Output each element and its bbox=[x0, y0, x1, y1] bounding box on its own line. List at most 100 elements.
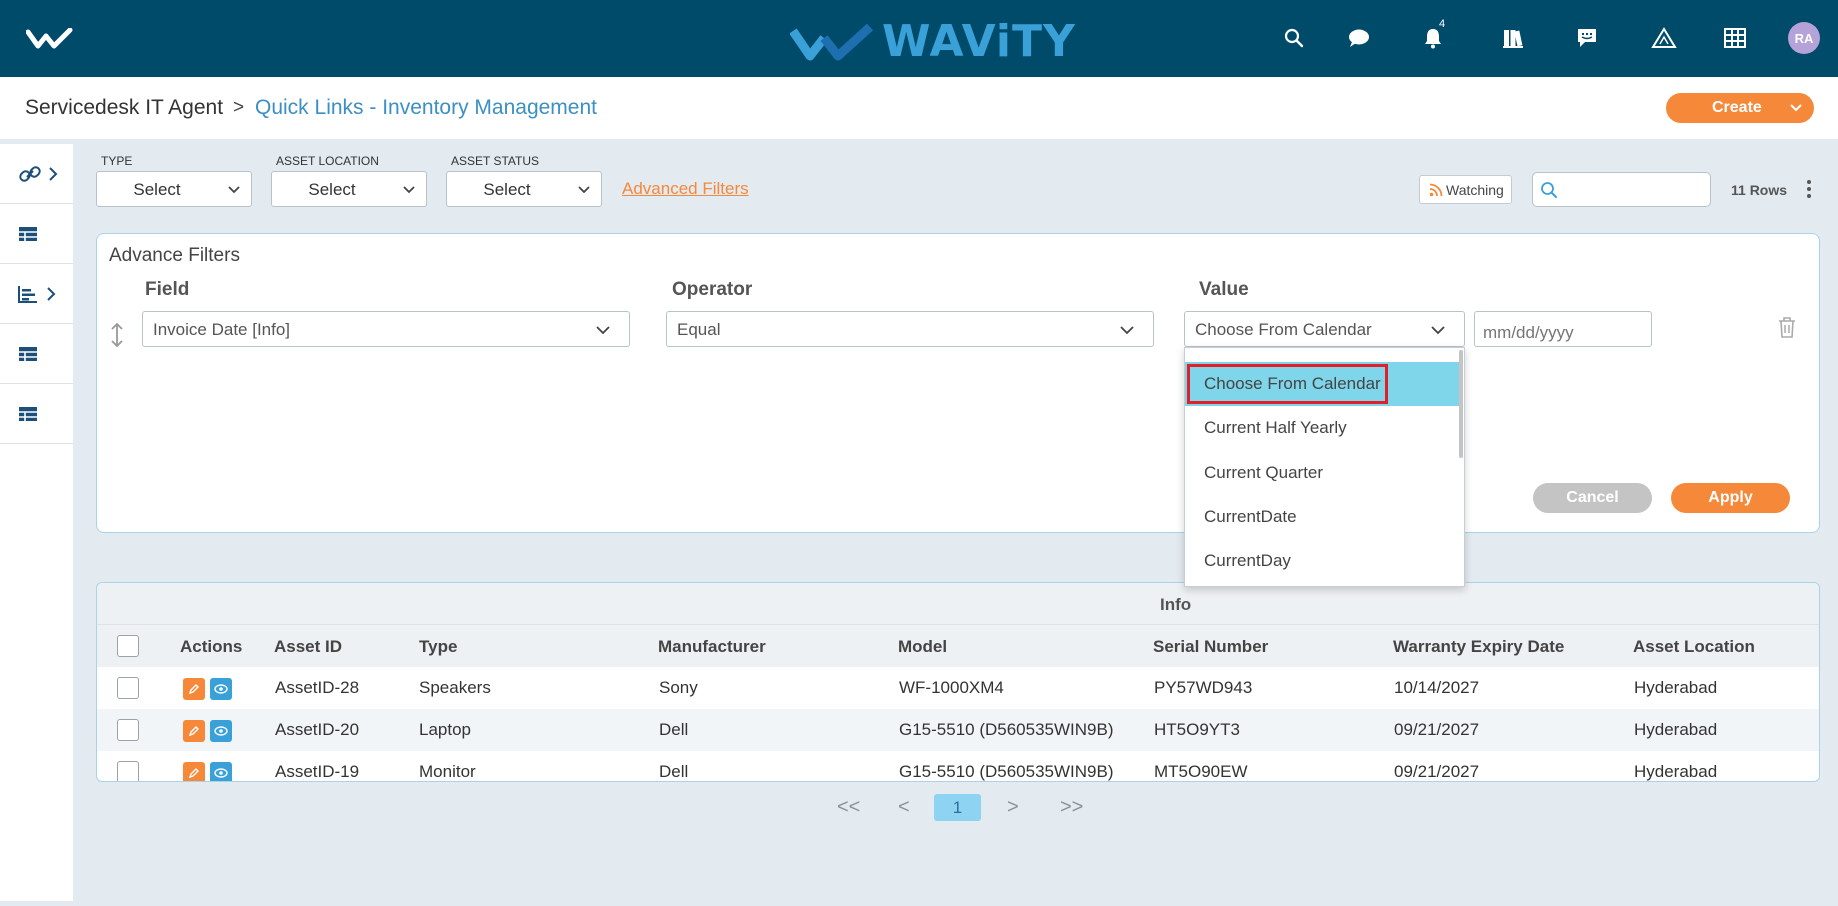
dropdown-option-current-quarter[interactable]: Current Quarter bbox=[1185, 451, 1461, 495]
value-header: Value bbox=[1199, 279, 1249, 300]
edit-icon[interactable] bbox=[183, 762, 205, 781]
search-input[interactable] bbox=[1532, 172, 1711, 207]
view-icon[interactable] bbox=[210, 762, 232, 781]
cell-warranty-expiry-date: 09/21/2027 bbox=[1394, 720, 1480, 739]
edit-icon[interactable] bbox=[183, 678, 205, 700]
assets-table: Info Actions Asset ID Type Manufacturer … bbox=[96, 582, 1820, 782]
type-filter-label: TYPE bbox=[101, 154, 133, 168]
value-select[interactable]: Choose From Calendar bbox=[1184, 311, 1465, 347]
last-page-button[interactable]: >> bbox=[1060, 796, 1083, 819]
chat-icon[interactable] bbox=[1345, 24, 1373, 52]
chevron-down-icon bbox=[578, 186, 590, 194]
cancel-button[interactable]: Cancel bbox=[1533, 483, 1652, 513]
cell-asset-id: AssetID-19 bbox=[275, 762, 360, 781]
column-header-asset-location[interactable]: Asset Location bbox=[1633, 637, 1755, 657]
dropdown-option-currentdate[interactable]: CurrentDate bbox=[1185, 495, 1461, 539]
top-navigation-bar: WAViTY 4 RA bbox=[0, 0, 1838, 77]
field-select-value: Invoice Date [Info] bbox=[153, 320, 291, 339]
type-filter-select[interactable]: Select bbox=[96, 171, 252, 207]
field-select[interactable]: Invoice Date [Info] bbox=[142, 311, 630, 347]
user-avatar[interactable]: RA bbox=[1788, 22, 1820, 54]
status-filter-select[interactable]: Select bbox=[446, 171, 602, 207]
table-icon bbox=[19, 406, 37, 421]
sidebar-item-reports[interactable] bbox=[0, 264, 73, 324]
highlight-box bbox=[1187, 364, 1388, 404]
watching-label: Watching bbox=[1446, 181, 1504, 198]
location-filter-label: ASSET LOCATION bbox=[276, 154, 379, 168]
sidebar-item-quick-links[interactable] bbox=[0, 144, 73, 204]
table-row[interactable]: AssetID-28 Speakers Sony WF-1000XM4 PY57… bbox=[97, 667, 1819, 709]
breadcrumb-current: Quick Links - Inventory Management bbox=[255, 96, 597, 119]
drag-handle-icon[interactable] bbox=[110, 322, 124, 351]
column-header-model[interactable]: Model bbox=[898, 637, 947, 657]
select-all-checkbox[interactable] bbox=[117, 635, 139, 657]
column-header-serial-number[interactable]: Serial Number bbox=[1153, 637, 1268, 657]
delete-filter-icon[interactable] bbox=[1777, 316, 1797, 341]
cell-type: Speakers bbox=[419, 678, 491, 697]
column-header-type[interactable]: Type bbox=[419, 637, 457, 657]
apply-button[interactable]: Apply bbox=[1671, 483, 1790, 513]
grid-icon[interactable] bbox=[1721, 24, 1749, 52]
rows-count: 11 Rows bbox=[1731, 182, 1788, 198]
message-icon[interactable] bbox=[1573, 24, 1601, 52]
chevron-down-icon bbox=[403, 186, 415, 194]
table-row[interactable]: AssetID-20 Laptop Dell G15-5510 (D560535… bbox=[97, 709, 1819, 751]
more-options-icon[interactable] bbox=[1806, 179, 1812, 202]
first-page-button[interactable]: << bbox=[837, 796, 860, 819]
current-page-button[interactable]: 1 bbox=[934, 794, 981, 821]
create-button[interactable]: Create bbox=[1666, 93, 1814, 123]
chevron-right-icon bbox=[49, 166, 58, 181]
row-checkbox[interactable] bbox=[117, 761, 139, 781]
column-header-manufacturer[interactable]: Manufacturer bbox=[658, 637, 766, 657]
cell-manufacturer: Sony bbox=[659, 678, 698, 697]
sidebar-item-table[interactable] bbox=[0, 204, 73, 264]
operator-select[interactable]: Equal bbox=[666, 311, 1154, 347]
bar-chart-icon bbox=[18, 285, 37, 303]
operator-header: Operator bbox=[672, 279, 753, 300]
search-icon[interactable] bbox=[1280, 24, 1308, 52]
sidebar-item-table-3[interactable] bbox=[0, 384, 73, 444]
chevron-down-icon bbox=[1431, 326, 1445, 335]
column-header-warranty-expiry-date[interactable]: Warranty Expiry Date bbox=[1393, 637, 1564, 657]
cell-warranty-expiry-date: 10/14/2027 bbox=[1394, 678, 1480, 697]
library-icon[interactable] bbox=[1499, 24, 1527, 52]
breadcrumb-root[interactable]: Servicedesk IT Agent bbox=[25, 96, 223, 120]
row-checkbox[interactable] bbox=[117, 719, 139, 741]
bell-icon[interactable]: 4 bbox=[1419, 18, 1447, 52]
watching-button[interactable]: Watching bbox=[1419, 175, 1512, 204]
value-select-value: Choose From Calendar bbox=[1195, 320, 1372, 339]
cell-serial-number: HT5O9YT3 bbox=[1154, 720, 1240, 739]
view-icon[interactable] bbox=[210, 720, 232, 742]
cell-manufacturer: Dell bbox=[659, 762, 689, 781]
chevron-down-icon bbox=[596, 326, 610, 335]
value-dropdown-list: Choose From Calendar Current Half Yearly… bbox=[1184, 347, 1465, 587]
sidebar-item-table-2[interactable] bbox=[0, 324, 73, 384]
dropdown-scrollbar[interactable] bbox=[1459, 350, 1463, 458]
advanced-filters-link[interactable]: Advanced Filters bbox=[622, 179, 749, 199]
dropdown-option-current-half-yearly[interactable]: Current Half Yearly bbox=[1185, 406, 1461, 450]
status-filter-label: ASSET STATUS bbox=[451, 154, 540, 168]
dropdown-option-currentday[interactable]: CurrentDay bbox=[1185, 539, 1461, 583]
table-row[interactable]: AssetID-19 Monitor Dell G15-5510 (D56053… bbox=[97, 751, 1819, 781]
row-checkbox[interactable] bbox=[117, 677, 139, 699]
alert-triangle-icon[interactable] bbox=[1650, 24, 1678, 52]
date-input[interactable] bbox=[1474, 311, 1652, 347]
dropdown-option-label: CurrentDate bbox=[1204, 507, 1297, 526]
next-page-button[interactable]: > bbox=[1007, 796, 1019, 819]
breadcrumb-separator: > bbox=[233, 97, 245, 118]
view-icon[interactable] bbox=[210, 678, 232, 700]
edit-icon[interactable] bbox=[183, 720, 205, 742]
cell-asset-id: AssetID-20 bbox=[275, 720, 360, 739]
type-filter-value: Select bbox=[133, 180, 181, 199]
cell-model: WF-1000XM4 bbox=[899, 678, 1004, 697]
chevron-down-icon bbox=[228, 186, 240, 194]
link-icon bbox=[19, 165, 41, 182]
dropdown-option-choose-from-calendar[interactable]: Choose From Calendar bbox=[1185, 362, 1461, 406]
column-header-asset-id[interactable]: Asset ID bbox=[274, 637, 342, 657]
chevron-down-icon bbox=[1790, 104, 1802, 112]
dropdown-option-label: Current Half Yearly bbox=[1204, 418, 1347, 437]
cell-type: Laptop bbox=[419, 720, 471, 739]
location-filter-select[interactable]: Select bbox=[271, 171, 427, 207]
location-filter-value: Select bbox=[308, 180, 356, 199]
previous-page-button[interactable]: < bbox=[898, 796, 910, 819]
